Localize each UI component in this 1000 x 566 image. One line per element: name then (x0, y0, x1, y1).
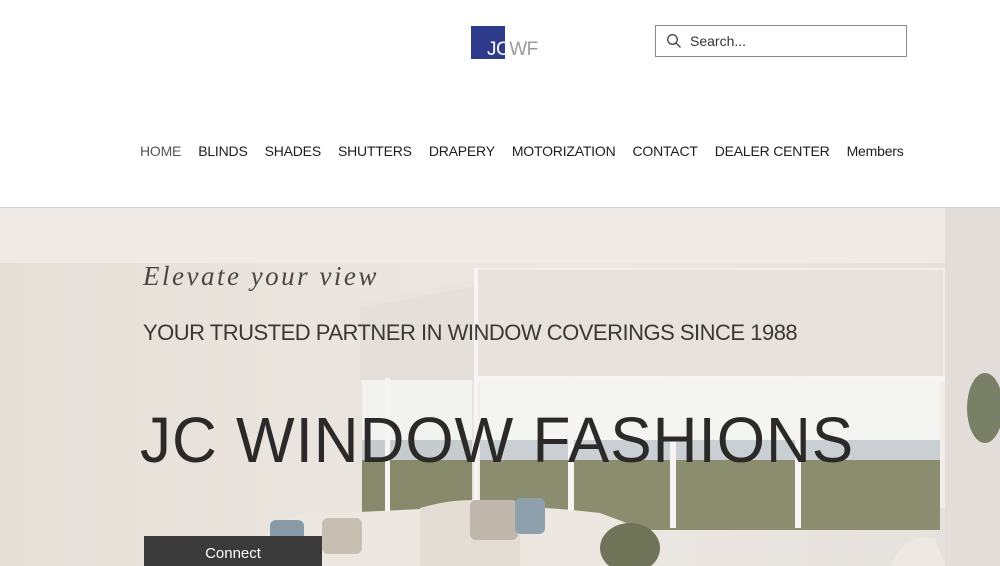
search-box[interactable] (655, 25, 907, 57)
nav-members[interactable]: Members (847, 143, 904, 163)
site-header: JCWF HOME BLINDS SHADES SHUTTERS DRAPERY… (0, 0, 1000, 208)
nav-contact[interactable]: CONTACT (632, 143, 697, 163)
search-icon (667, 34, 681, 48)
page: JCWF HOME BLINDS SHADES SHUTTERS DRAPERY… (0, 0, 1000, 566)
nav-blinds[interactable]: BLINDS (198, 143, 248, 163)
search-input[interactable] (690, 33, 890, 49)
hero-tagline: Elevate your view (143, 261, 379, 291)
nav-motorization[interactable]: MOTORIZATION (512, 143, 616, 163)
nav-dealer-center[interactable]: DEALER CENTER (715, 143, 830, 163)
connect-button[interactable]: Connect (144, 536, 322, 566)
logo-mark: JCWF (471, 26, 538, 59)
logo-text: JCWF (487, 39, 538, 60)
nav-shutters[interactable]: SHUTTERS (338, 143, 412, 163)
hero-subtitle: YOUR TRUSTED PARTNER IN WINDOW COVERINGS… (143, 320, 798, 345)
main-nav: HOME BLINDS SHADES SHUTTERS DRAPERY MOTO… (140, 143, 904, 163)
hero-section: Elevate your view YOUR TRUSTED PARTNER I… (0, 208, 1000, 566)
site-logo[interactable]: JCWF (471, 25, 538, 59)
nav-home[interactable]: HOME (140, 143, 181, 163)
nav-drapery[interactable]: DRAPERY (429, 143, 495, 163)
hero-brand-title: JC WINDOW FASHIONS (140, 404, 855, 476)
nav-shades[interactable]: SHADES (265, 143, 322, 163)
